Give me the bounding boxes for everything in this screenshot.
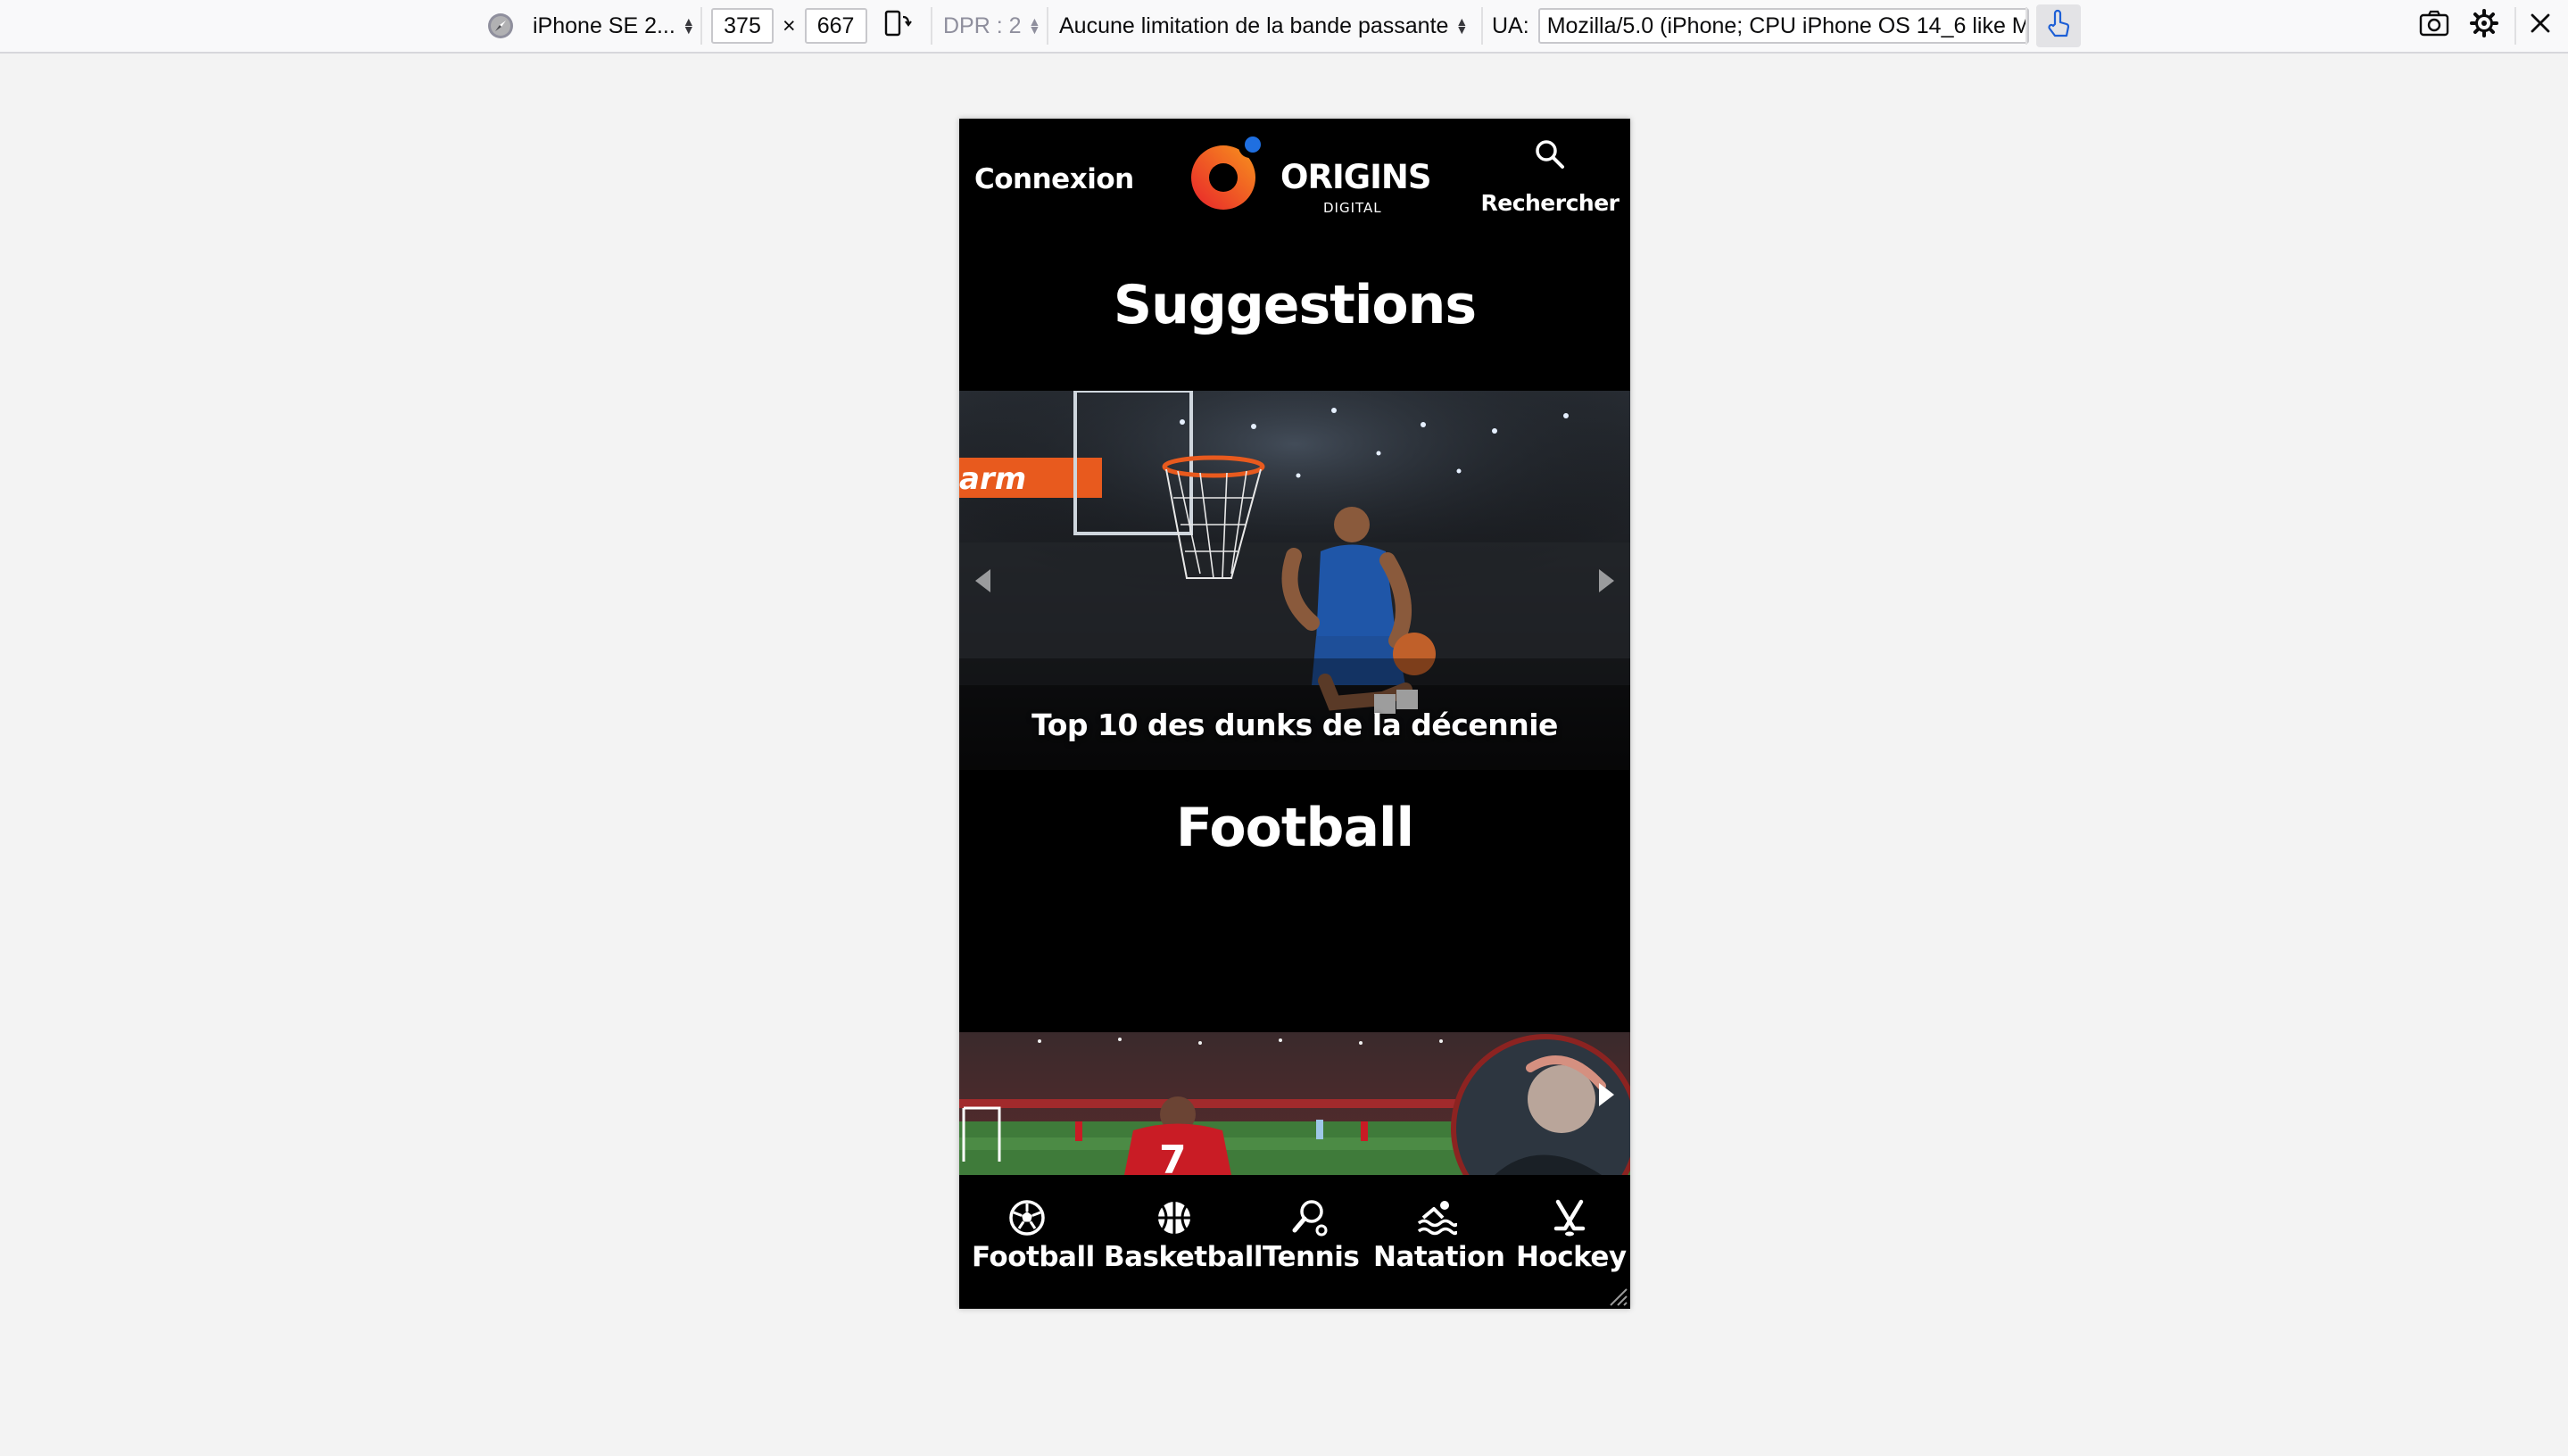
rotate-button[interactable] bbox=[882, 0, 912, 52]
slide-caption: Top 10 des dunks de la décennie bbox=[1031, 707, 1558, 742]
width-input[interactable]: 375 bbox=[711, 8, 774, 44]
camera-icon bbox=[2419, 10, 2449, 43]
throttling-selector[interactable]: Aucune limitation de la bande passante ▲… bbox=[1059, 0, 1468, 52]
device-selector[interactable]: iPhone SE 2... ▲ ▼ bbox=[486, 0, 695, 52]
swimming-icon bbox=[1417, 1201, 1457, 1236]
divider bbox=[931, 7, 932, 45]
resize-handle-icon[interactable] bbox=[1607, 1286, 1628, 1307]
close-icon bbox=[2529, 12, 2552, 41]
dpr-label: DPR : 2 bbox=[943, 12, 1022, 38]
football-slide[interactable]: 7 bbox=[959, 1032, 1630, 1175]
devtools-toolbar: iPhone SE 2... ▲ ▼ 375 × 667 DPR : 2 ▲ ▼ A… bbox=[0, 0, 2568, 54]
suggestion-slide[interactable]: arm Top 10 des dunks de la décennie bbox=[959, 391, 1630, 770]
screenshot-button[interactable] bbox=[2419, 0, 2449, 52]
nav-item-basketball[interactable]: Basketball bbox=[1104, 1198, 1263, 1273]
slide-next-arrow[interactable] bbox=[1599, 569, 1614, 592]
close-button[interactable] bbox=[2529, 0, 2552, 52]
football-stadium-image: 7 bbox=[959, 1032, 1630, 1175]
nav-item-tennis[interactable]: Tennis bbox=[1263, 1198, 1360, 1273]
slide-next-arrow[interactable] bbox=[1599, 1083, 1614, 1106]
throttling-label: Aucune limitation de la bande passante bbox=[1059, 12, 1449, 38]
soccer-ball-icon bbox=[1009, 1200, 1045, 1236]
ua-label: UA: bbox=[1492, 12, 1529, 38]
search-button[interactable]: Rechercher bbox=[1479, 136, 1621, 226]
updown-icon: ▲ ▼ bbox=[682, 14, 695, 37]
mobile-viewport: Connexion ORIGINS DIGITAL Rechercher Sug… bbox=[959, 119, 1630, 1309]
login-link[interactable]: Connexion bbox=[974, 163, 1134, 195]
slide-prev-arrow[interactable] bbox=[975, 569, 990, 592]
updown-icon: ▲ ▼ bbox=[1028, 14, 1041, 37]
nav-label: Tennis bbox=[1263, 1241, 1360, 1273]
logo-subtitle: DIGITAL bbox=[1323, 200, 1382, 216]
divider bbox=[2514, 7, 2516, 45]
touch-simulation-button[interactable] bbox=[2036, 4, 2081, 47]
site-header: Connexion ORIGINS DIGITAL Rechercher bbox=[959, 119, 1630, 252]
svg-text:arm: arm bbox=[959, 461, 1026, 497]
dpr-selector[interactable]: DPR : 2 ▲ ▼ bbox=[943, 0, 1040, 52]
origins-logo[interactable]: ORIGINS DIGITAL bbox=[1182, 131, 1431, 220]
times-sign: × bbox=[783, 12, 796, 38]
hockey-sticks-icon bbox=[1553, 1199, 1586, 1237]
height-input[interactable]: 667 bbox=[804, 8, 867, 44]
divider bbox=[700, 7, 702, 45]
divider bbox=[1481, 7, 1483, 45]
settings-button[interactable] bbox=[2469, 0, 2499, 52]
nav-label: Natation bbox=[1373, 1241, 1505, 1273]
rotate-icon bbox=[882, 8, 912, 45]
logo-word: ORIGINS bbox=[1280, 158, 1431, 196]
updown-icon: ▲ ▼ bbox=[1455, 14, 1469, 37]
nav-item-football[interactable]: Football bbox=[972, 1198, 1095, 1273]
nav-item-natation[interactable]: Natation bbox=[1373, 1198, 1505, 1273]
basketball-icon bbox=[1158, 1202, 1190, 1234]
compass-icon bbox=[486, 12, 515, 40]
nav-label: Basketball bbox=[1104, 1241, 1263, 1273]
section-title-football: Football bbox=[1175, 797, 1414, 859]
logo-mark-icon bbox=[1191, 135, 1262, 210]
bottom-navigation: Football Basketball Tennis Natation Hock… bbox=[959, 1175, 1630, 1309]
divider bbox=[2025, 7, 2027, 45]
divider bbox=[1047, 7, 1048, 45]
search-label: Rechercher bbox=[1480, 190, 1619, 216]
gear-icon bbox=[2469, 8, 2499, 45]
touch-icon bbox=[2044, 8, 2073, 45]
section-title-suggestions: Suggestions bbox=[1113, 274, 1477, 336]
user-agent-input[interactable]: Mozilla/5.0 (iPhone; CPU iPhone OS 14_6 … bbox=[1537, 8, 2029, 44]
nav-item-hockey[interactable]: Hockey bbox=[1516, 1198, 1627, 1273]
device-name: iPhone SE 2... bbox=[533, 12, 675, 38]
search-icon bbox=[1536, 140, 1564, 169]
nav-label: Hockey bbox=[1516, 1241, 1627, 1273]
svg-text:7: 7 bbox=[1159, 1138, 1187, 1175]
tennis-racket-icon bbox=[1292, 1200, 1328, 1237]
nav-label: Football bbox=[972, 1241, 1095, 1273]
